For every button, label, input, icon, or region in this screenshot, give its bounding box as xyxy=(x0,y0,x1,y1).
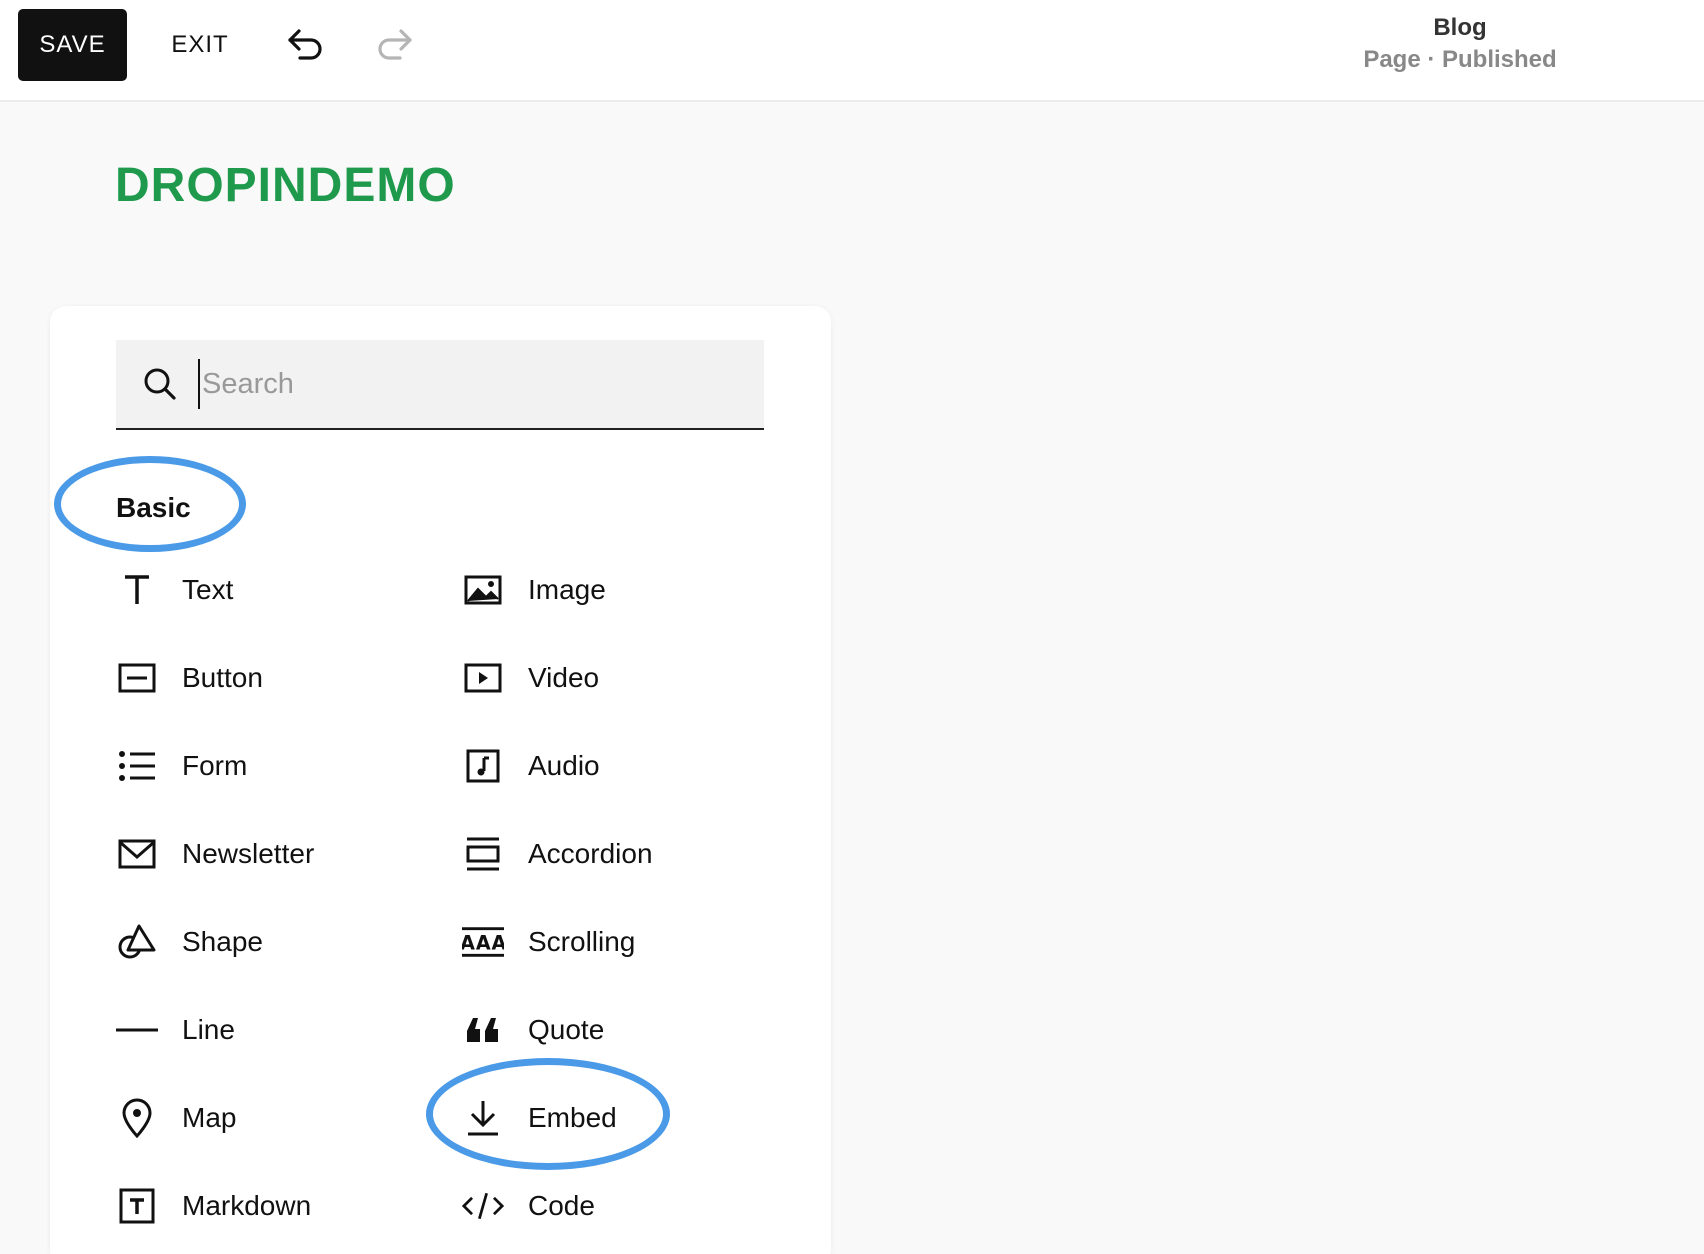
add-block-panel: Basic Text Image Button Video xyxy=(50,306,831,1254)
block-item-shape[interactable]: Shape xyxy=(116,898,462,986)
block-item-line[interactable]: Line xyxy=(116,986,462,1074)
block-label: Embed xyxy=(528,1102,617,1133)
block-label: Quote xyxy=(528,1014,605,1045)
block-item-markdown[interactable]: Markdown xyxy=(116,1162,462,1250)
block-label: Image xyxy=(528,574,606,605)
search-box[interactable] xyxy=(116,340,764,430)
quote-icon xyxy=(462,1009,504,1051)
block-label: Newsletter xyxy=(182,838,315,869)
search-input[interactable] xyxy=(198,359,738,409)
block-label: Line xyxy=(182,1014,235,1045)
text-icon xyxy=(116,569,158,611)
block-item-accordion[interactable]: Accordion xyxy=(462,810,796,898)
section-label-basic: Basic xyxy=(116,492,191,523)
block-label: Markdown xyxy=(182,1190,312,1221)
save-button[interactable]: SAVE xyxy=(18,9,127,81)
svg-text:AAA: AAA xyxy=(462,932,504,955)
block-item-scrolling[interactable]: AAA Scrolling xyxy=(462,898,796,986)
block-item-embed[interactable]: Embed xyxy=(462,1074,796,1162)
undo-button[interactable] xyxy=(282,21,330,69)
block-label: Accordion xyxy=(528,838,653,869)
envelope-icon xyxy=(116,833,158,875)
line-icon xyxy=(116,1009,158,1051)
block-item-video[interactable]: Video xyxy=(462,634,796,722)
block-label: Shape xyxy=(182,926,263,957)
redo-arrow-icon xyxy=(374,27,414,63)
block-label: Button xyxy=(182,662,263,693)
editor-toolbar: SAVE EXIT Blog Page · Published xyxy=(0,0,1704,102)
page-info: Blog Page · Published xyxy=(1300,12,1620,76)
form-list-icon xyxy=(116,745,158,787)
block-item-quote[interactable]: Quote xyxy=(462,986,796,1074)
embed-download-icon xyxy=(462,1097,504,1139)
block-label: Text xyxy=(182,574,234,605)
undo-arrow-icon xyxy=(286,27,326,63)
audio-icon xyxy=(462,745,504,787)
block-item-form[interactable]: Form xyxy=(116,722,462,810)
block-label: Code xyxy=(528,1190,595,1221)
block-label: Video xyxy=(528,662,600,693)
image-icon xyxy=(462,569,504,611)
button-icon xyxy=(116,657,158,699)
block-item-audio[interactable]: Audio xyxy=(462,722,796,810)
block-item-text[interactable]: Text xyxy=(116,546,462,634)
block-item-newsletter[interactable]: Newsletter xyxy=(116,810,462,898)
site-brand-logo[interactable]: DROPINDEMO xyxy=(115,158,456,213)
block-label: Scrolling xyxy=(528,926,636,957)
exit-button[interactable]: EXIT xyxy=(160,9,240,81)
scrolling-text-icon: AAA xyxy=(462,921,504,963)
block-item-code[interactable]: Code xyxy=(462,1162,796,1250)
page-status: Page · Published xyxy=(1363,46,1557,73)
block-grid: Text Image Button Video Form Audio Newsl… xyxy=(116,546,796,1250)
code-icon xyxy=(462,1185,504,1227)
page-title: Blog xyxy=(1433,14,1487,41)
shape-icon xyxy=(116,921,158,963)
block-item-image[interactable]: Image xyxy=(462,546,796,634)
search-icon xyxy=(142,366,178,402)
block-label: Map xyxy=(182,1102,237,1133)
block-label: Form xyxy=(182,750,248,781)
video-icon xyxy=(462,657,504,699)
markdown-icon xyxy=(116,1185,158,1227)
block-item-button[interactable]: Button xyxy=(116,634,462,722)
block-label: Audio xyxy=(528,750,600,781)
map-pin-icon xyxy=(116,1097,158,1139)
accordion-icon xyxy=(462,833,504,875)
block-item-map[interactable]: Map xyxy=(116,1074,462,1162)
redo-button[interactable] xyxy=(370,21,418,69)
